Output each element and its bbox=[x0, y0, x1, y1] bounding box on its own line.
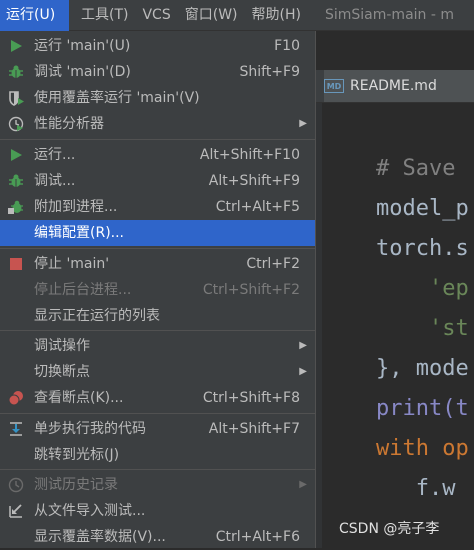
menu-item-label: 切换断点 bbox=[34, 364, 90, 380]
editor-gutter bbox=[316, 103, 322, 548]
code-line: f.w bbox=[376, 476, 456, 501]
menu-separator bbox=[0, 330, 315, 331]
menu-item-run-with-coverage[interactable]: 使用覆盖率运行 'main'(V) bbox=[0, 85, 315, 111]
menu-item-label: 查看断点(K)... bbox=[34, 390, 124, 406]
coverage-shield-icon bbox=[8, 90, 24, 106]
menu-item-shortcut: Ctrl+Alt+F5 bbox=[215, 199, 300, 215]
menu-item-label: 单步执行我的代码 bbox=[34, 421, 146, 437]
menu-item-profiler[interactable]: 性能分析器 ▶ bbox=[0, 111, 315, 137]
menu-item-shortcut: Ctrl+Alt+F6 bbox=[215, 529, 300, 545]
debug-bug-icon bbox=[8, 64, 24, 80]
menu-item-edit-configurations[interactable]: 编辑配置(R)... bbox=[0, 220, 315, 246]
import-arrow-icon bbox=[8, 503, 24, 519]
menu-item-label: 测试历史记录 bbox=[34, 477, 118, 493]
breakpoints-icon bbox=[8, 390, 24, 406]
menu-item-show-running-list[interactable]: 显示正在运行的列表 bbox=[0, 303, 315, 329]
menu-item-toggle-breakpoint[interactable]: 切换断点 ▶ bbox=[0, 359, 315, 385]
code-line: 'ep bbox=[376, 276, 469, 301]
menu-item-step-into-my-code[interactable]: 单步执行我的代码 Alt+Shift+F7 bbox=[0, 416, 315, 442]
menu-item-shortcut: Alt+Shift+F7 bbox=[208, 421, 300, 437]
menu-item-label: 附加到进程... bbox=[34, 199, 118, 215]
menu-item-debug-ellipsis[interactable]: 调试... Alt+Shift+F9 bbox=[0, 168, 315, 194]
menu-item-debug-actions[interactable]: 调试操作 ▶ bbox=[0, 333, 315, 359]
menu-separator bbox=[0, 248, 315, 249]
menu-item-run-to-cursor[interactable]: 跳转到光标(J) bbox=[0, 442, 315, 468]
menu-item-label: 编辑配置(R)... bbox=[34, 225, 125, 241]
attach-process-icon bbox=[8, 199, 24, 215]
menu-item-import-tests-from-file[interactable]: 从文件导入测试... bbox=[0, 498, 315, 524]
menu-item-label: 运行 'main'(U) bbox=[34, 38, 131, 54]
menu-item-view-breakpoints[interactable]: 查看断点(K)... Ctrl+Shift+F8 bbox=[0, 385, 315, 411]
run-triangle-icon bbox=[8, 147, 24, 163]
code-editor[interactable]: # Save model_p torch.s 'ep 'st }, mode print… bbox=[376, 149, 474, 509]
run-triangle-icon bbox=[8, 38, 24, 54]
debug-bug-icon bbox=[8, 173, 24, 189]
markdown-file-icon: MD bbox=[324, 79, 344, 93]
menu-bar: 运行(U) 工具(T) VCS 窗口(W) 帮助(H) SimSiam-main… bbox=[0, 0, 474, 31]
menu-item-label: 跳转到光标(J) bbox=[34, 447, 120, 463]
code-line: with op bbox=[376, 436, 469, 461]
menu-item-label: 停止后台进程... bbox=[34, 282, 132, 298]
menu-tools[interactable]: 工具(T) bbox=[75, 0, 134, 31]
menu-help[interactable]: 帮助(H) bbox=[246, 0, 307, 31]
menu-item-debug-main[interactable]: 调试 'main'(D) Shift+F9 bbox=[0, 59, 315, 85]
menu-item-stop-background-processes: 停止后台进程... Ctrl+Shift+F2 bbox=[0, 277, 315, 303]
menu-separator bbox=[0, 469, 315, 470]
menu-item-label: 显示正在运行的列表 bbox=[34, 308, 160, 324]
menu-item-label: 使用覆盖率运行 'main'(V) bbox=[34, 90, 200, 106]
profiler-clock-icon bbox=[8, 116, 24, 132]
menu-item-test-history: 测试历史记录 ▶ bbox=[0, 472, 315, 498]
submenu-arrow-icon: ▶ bbox=[299, 340, 307, 351]
menu-item-label: 调试... bbox=[34, 173, 76, 189]
menu-item-label: 性能分析器 bbox=[34, 116, 104, 132]
menu-item-label: 停止 'main' bbox=[34, 256, 110, 272]
code-line: 'st bbox=[376, 316, 469, 341]
menu-item-label: 运行... bbox=[34, 147, 76, 163]
step-into-icon bbox=[8, 421, 24, 437]
menu-item-show-coverage-data[interactable]: 显示覆盖率数据(V)... Ctrl+Alt+F6 bbox=[0, 524, 315, 550]
menu-item-shortcut: Shift+F9 bbox=[239, 64, 300, 80]
code-line: # Save bbox=[376, 156, 456, 181]
code-line: print(t bbox=[376, 396, 469, 421]
menu-run[interactable]: 运行(U) bbox=[0, 0, 69, 31]
menu-item-shortcut: Alt+Shift+F9 bbox=[208, 173, 300, 189]
code-line: model_p bbox=[376, 196, 469, 221]
tab-readme-label: README.md bbox=[350, 78, 437, 94]
menu-item-label: 调试 'main'(D) bbox=[34, 64, 131, 80]
history-clock-icon bbox=[8, 477, 24, 493]
menu-item-label: 调试操作 bbox=[34, 338, 90, 354]
menu-item-shortcut: Ctrl+Shift+F2 bbox=[202, 282, 300, 298]
menu-item-stop-main[interactable]: 停止 'main' Ctrl+F2 bbox=[0, 251, 315, 277]
submenu-arrow-icon: ▶ bbox=[299, 366, 307, 377]
menu-item-attach-to-process[interactable]: 附加到进程... Ctrl+Alt+F5 bbox=[0, 194, 315, 220]
menu-item-shortcut: Ctrl+Shift+F8 bbox=[202, 390, 300, 406]
watermark: CSDN @亮子李 bbox=[339, 521, 440, 537]
run-menu-dropdown: 运行 'main'(U) F10 调试 'main'(D) Shift+F9 使用覆盖率… bbox=[0, 31, 316, 548]
menu-item-run-main[interactable]: 运行 'main'(U) F10 bbox=[0, 33, 315, 59]
menu-item-shortcut: Alt+Shift+F10 bbox=[199, 147, 300, 163]
editor-area: MD README.md # Save model_p torch.s 'ep 's… bbox=[316, 31, 474, 548]
submenu-arrow-icon: ▶ bbox=[299, 118, 307, 129]
menu-item-label: 从文件导入测试... bbox=[34, 503, 146, 519]
menu-item-shortcut: F10 bbox=[274, 38, 300, 54]
submenu-arrow-icon: ▶ bbox=[299, 479, 307, 490]
menu-item-run-ellipsis[interactable]: 运行... Alt+Shift+F10 bbox=[0, 142, 315, 168]
code-line: torch.s bbox=[376, 236, 469, 261]
menu-vcs[interactable]: VCS bbox=[136, 0, 176, 31]
menu-item-shortcut: Ctrl+F2 bbox=[246, 256, 300, 272]
stop-square-icon bbox=[8, 256, 24, 272]
tab-readme[interactable]: MD README.md bbox=[324, 70, 474, 102]
menu-separator bbox=[0, 413, 315, 414]
editor-tab-strip: MD README.md bbox=[316, 70, 474, 103]
window-title: SimSiam-main - m bbox=[324, 7, 454, 23]
menu-separator bbox=[0, 139, 315, 140]
menu-item-label: 显示覆盖率数据(V)... bbox=[34, 529, 166, 545]
menu-window[interactable]: 窗口(W) bbox=[179, 0, 244, 31]
code-line: }, mode bbox=[376, 356, 469, 381]
